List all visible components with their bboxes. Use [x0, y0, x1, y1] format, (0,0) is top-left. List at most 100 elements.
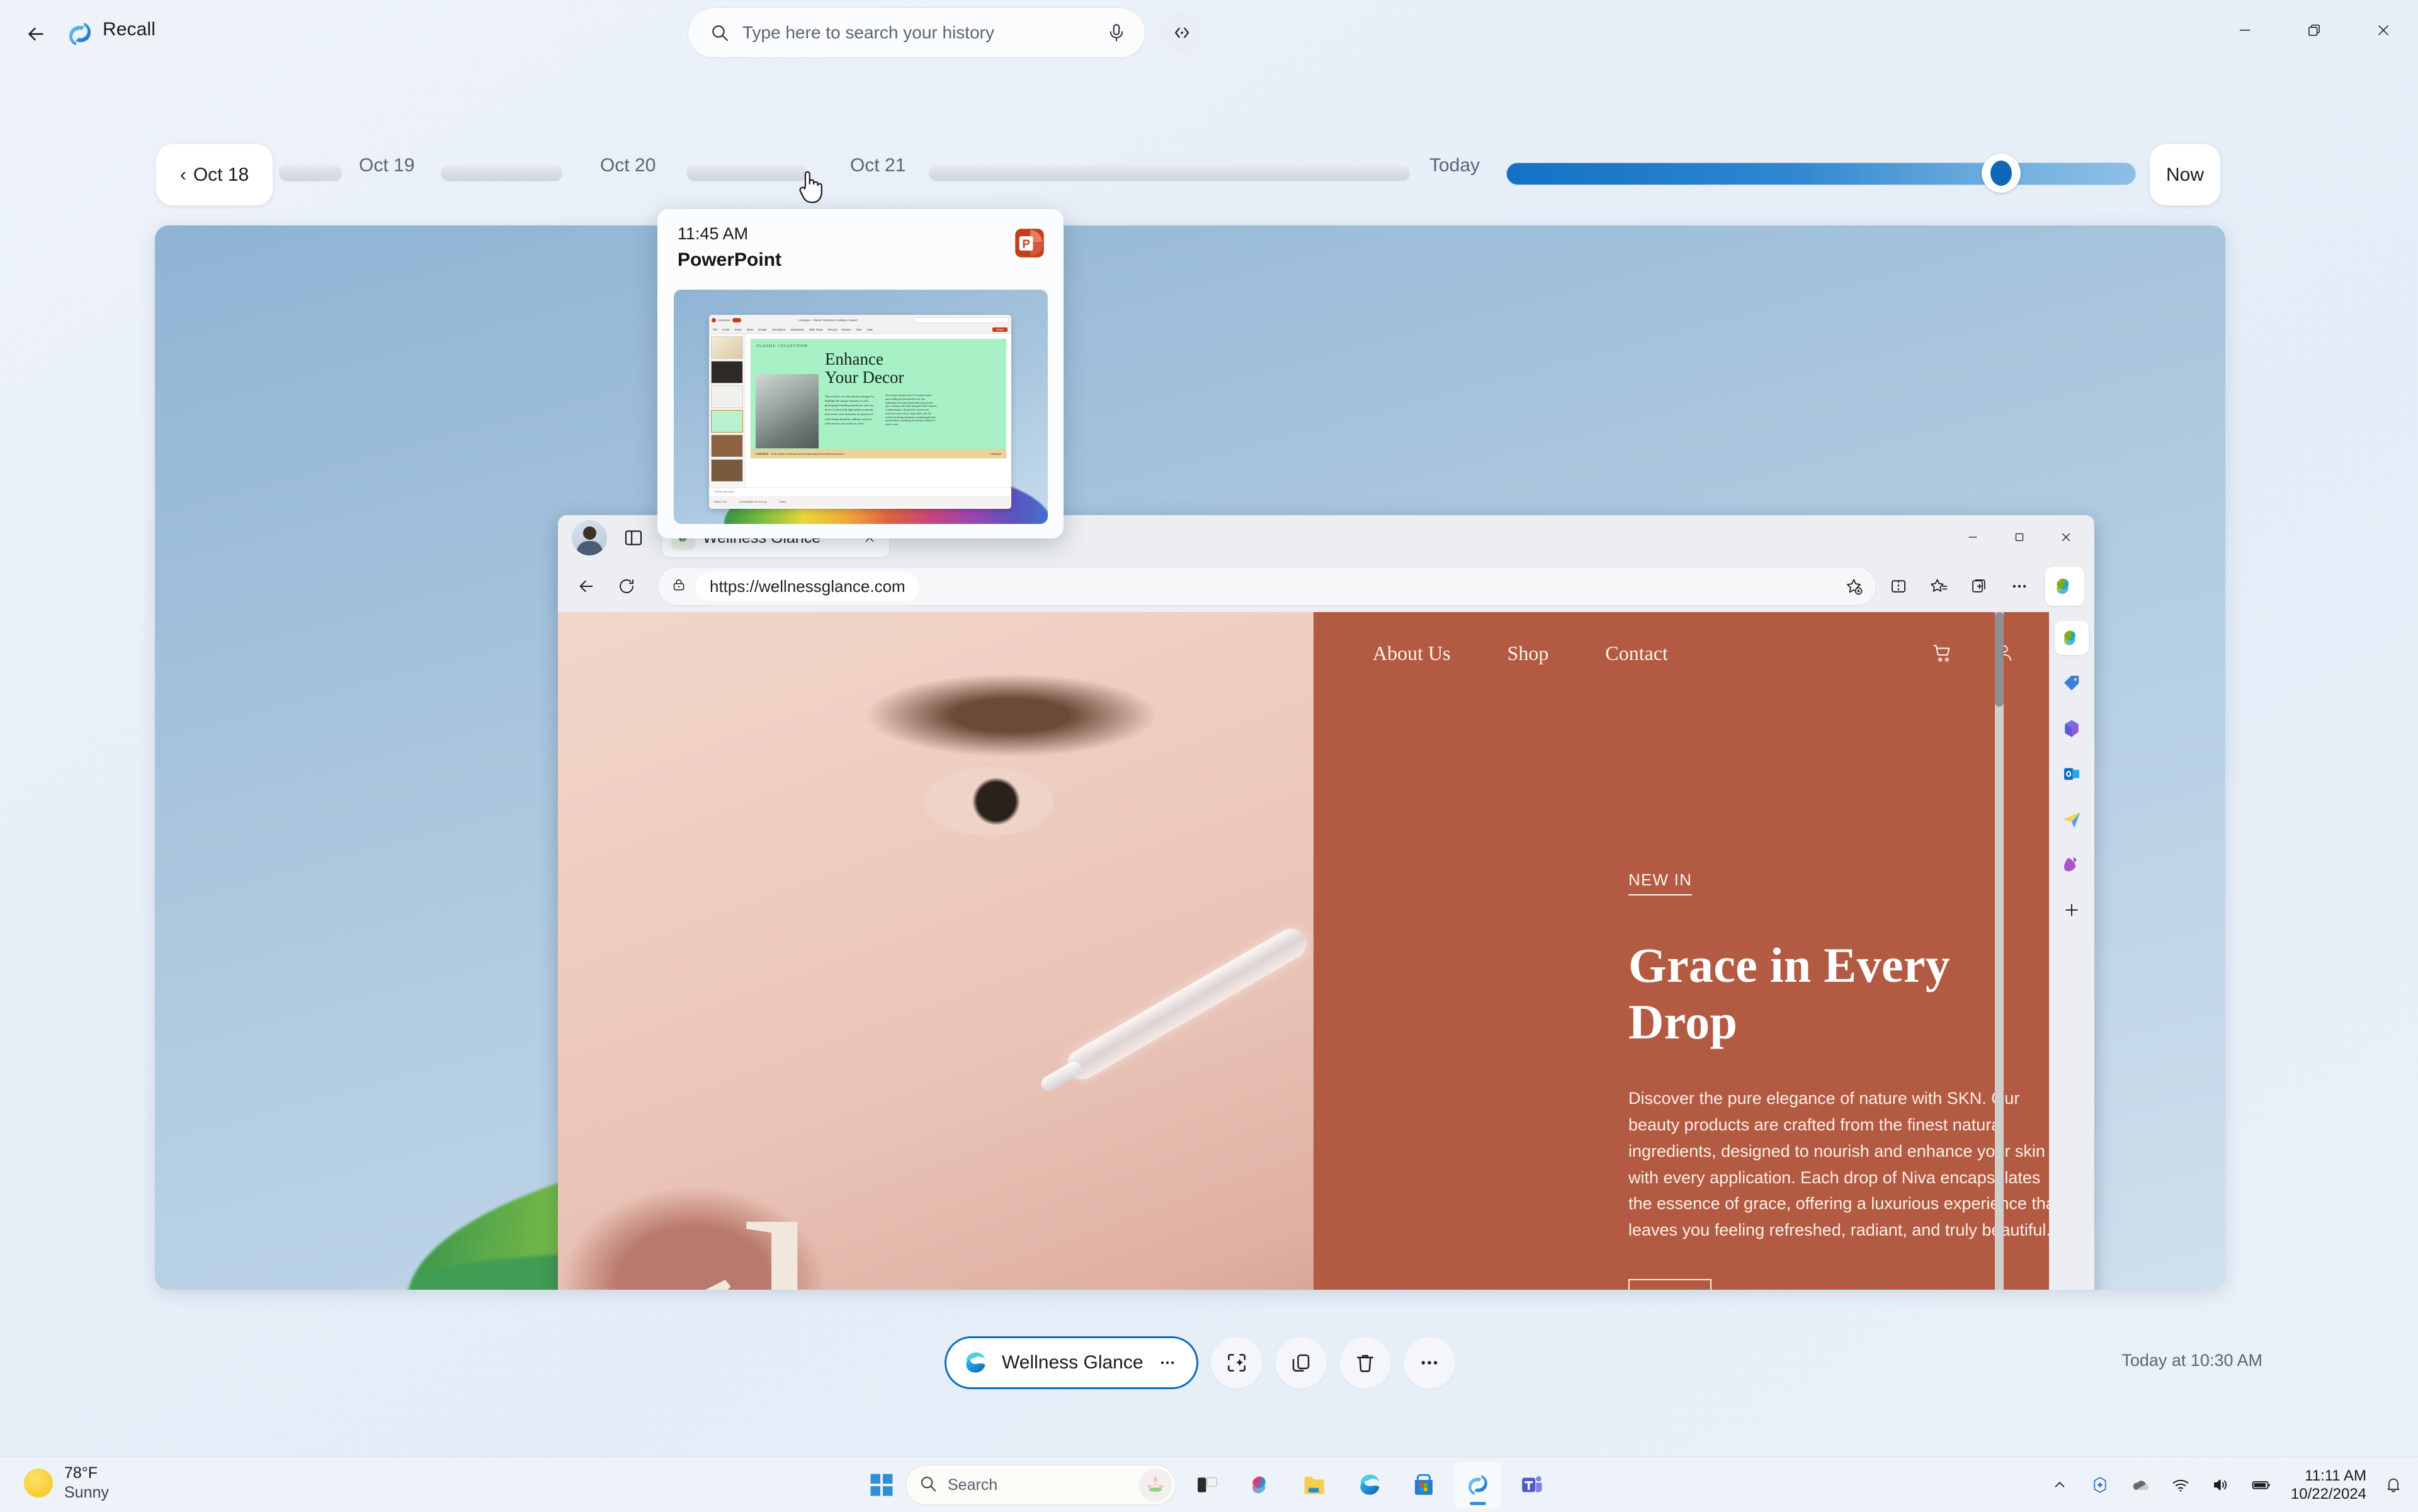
back-button[interactable]	[14, 13, 58, 55]
copilot-tray-icon[interactable]	[2087, 1472, 2113, 1498]
minimize-button[interactable]	[2210, 0, 2279, 60]
ppt-status-bar: Slide 4 of 6 Accessibility: Good to go N…	[709, 496, 1011, 506]
timeline-segment[interactable]	[686, 165, 808, 181]
windows-start-icon[interactable]	[865, 1469, 898, 1501]
back-button[interactable]	[568, 568, 604, 605]
onedrive-icon[interactable]	[2127, 1472, 2154, 1498]
favorites-icon[interactable]	[1921, 568, 1957, 605]
taskbar-clock[interactable]: 11:11 AM 10/22/2024	[2291, 1467, 2366, 1504]
copy-button[interactable]	[1274, 1337, 1327, 1389]
more-options-icon[interactable]	[1155, 1350, 1180, 1375]
close-button[interactable]	[2043, 516, 2089, 558]
shopping-cart-icon[interactable]	[1926, 636, 1960, 670]
ppt-tab-animations[interactable]: Animations	[790, 328, 804, 331]
page-scrollbar[interactable]	[1995, 612, 2004, 1290]
ppt-tab-help[interactable]: Help	[867, 328, 873, 331]
refresh-button[interactable]	[608, 568, 645, 605]
shopping-tag-icon[interactable]	[2055, 666, 2089, 700]
bell-icon[interactable]	[2380, 1472, 2407, 1498]
ppt-notes-pane[interactable]: Click to add notes	[709, 487, 1011, 496]
ppt-tab-slideshow[interactable]: Slide Show	[809, 328, 823, 331]
timeline-slider-track[interactable]	[1506, 162, 2136, 185]
ppt-tab-insert[interactable]: Insert	[735, 328, 742, 331]
collections-icon[interactable]	[1961, 568, 1997, 605]
user-account-icon[interactable]	[1987, 636, 2021, 670]
taskbar-search-input[interactable]: Search	[905, 1465, 1176, 1505]
more-button[interactable]	[1403, 1337, 1455, 1389]
ppt-slide-thumb[interactable]	[711, 361, 743, 384]
timeline-current-date[interactable]: ‹ Oct 18	[156, 144, 273, 205]
svg-text:P: P	[1022, 237, 1030, 251]
ppt-slide-thumb[interactable]	[711, 410, 743, 433]
microsoft-store-icon[interactable]	[1400, 1462, 1447, 1508]
address-bar-url: https://wellnessglance.com	[696, 572, 919, 601]
ppt-tab-transitions[interactable]: Transitions	[772, 328, 785, 331]
ppt-tab-draw[interactable]: Draw	[747, 328, 753, 331]
recall-snapshot[interactable]: Wellness Glance	[155, 225, 2225, 1290]
restore-button[interactable]	[2279, 0, 2349, 60]
ppt-tab-review[interactable]: Review	[842, 328, 851, 331]
settings-more-icon[interactable]	[2001, 568, 2038, 605]
address-bar[interactable]: https://wellnessglance.com	[657, 567, 1876, 606]
site-body-text: Discover the pure elegance of nature wit…	[1628, 1089, 2049, 1240]
taskbar-weather-widget[interactable]: 78°F Sunny	[24, 1464, 109, 1503]
show-hidden-icons-chevron[interactable]	[2046, 1472, 2073, 1498]
timeline-segment[interactable]	[279, 165, 342, 181]
taskview-icon[interactable]	[1184, 1462, 1230, 1508]
profile-avatar[interactable]	[572, 520, 607, 555]
send-feedback-icon[interactable]	[2055, 802, 2089, 836]
split-screen-icon[interactable]	[616, 520, 651, 555]
nav-link-shop[interactable]: Shop	[1507, 642, 1549, 665]
ppt-slide-thumb[interactable]	[711, 435, 743, 457]
app-titlebar: Recall Type here to search your history	[0, 0, 2418, 68]
ppt-slide-rail[interactable]	[709, 334, 746, 487]
battery-icon[interactable]	[2248, 1472, 2274, 1498]
volume-icon[interactable]	[2208, 1472, 2234, 1498]
ppt-tab-design[interactable]: Design	[758, 328, 767, 331]
visual-search-button[interactable]	[1210, 1337, 1263, 1389]
search-input[interactable]: Type here to search your history	[688, 8, 1145, 58]
close-button[interactable]	[2349, 0, 2418, 60]
ppt-tab-home[interactable]: Home	[722, 328, 730, 331]
games-icon[interactable]	[2055, 848, 2089, 882]
split-screen-icon[interactable]	[1880, 568, 1917, 605]
add-sidebar-icon[interactable]	[2055, 893, 2089, 927]
microsoft-365-icon[interactable]	[2055, 712, 2089, 746]
wifi-icon[interactable]	[2167, 1472, 2194, 1498]
ppt-tab-record[interactable]: Record	[828, 328, 837, 331]
maximize-button[interactable]	[1996, 516, 2043, 558]
recall-icon[interactable]	[1455, 1462, 1501, 1508]
snapshot-app-label: Wellness Glance	[1002, 1352, 1144, 1373]
timeline-segment[interactable]	[929, 165, 1410, 181]
copilot-icon[interactable]	[2055, 621, 2089, 655]
timeline-now-button[interactable]: Now	[2150, 144, 2220, 205]
file-explorer-icon[interactable]	[1292, 1462, 1339, 1508]
ppt-share-button[interactable]: Share	[992, 327, 1007, 332]
ppt-tab-view[interactable]: View	[856, 328, 861, 331]
ppt-search-box[interactable]	[914, 317, 1009, 323]
site-shop-button[interactable]: SHOP	[1628, 1279, 1712, 1290]
add-favorite-icon[interactable]	[1836, 568, 1872, 605]
ppt-status-notes[interactable]: Notes	[780, 500, 786, 503]
ppt-slide-thumb[interactable]	[711, 385, 743, 408]
ppt-slide-thumb[interactable]	[711, 336, 743, 359]
nav-link-contact[interactable]: Contact	[1605, 642, 1668, 665]
slide-footer: LONGSIVE is an eclectic contemporary thr…	[751, 449, 1006, 458]
teams-icon[interactable]	[1509, 1462, 1555, 1508]
more-options-button[interactable]	[1162, 13, 1202, 53]
nav-link-about-us[interactable]: About Us	[1373, 642, 1451, 665]
timeline-slider-thumb[interactable]	[1982, 154, 2021, 193]
ppt-tab-file[interactable]: File	[713, 328, 717, 331]
snapshot-app-chip[interactable]: Wellness Glance	[945, 1336, 1198, 1389]
delete-button[interactable]	[1339, 1337, 1391, 1389]
outlook-icon[interactable]	[2055, 757, 2089, 791]
timeline-segment[interactable]	[441, 165, 562, 181]
copilot-icon[interactable]	[1238, 1462, 1285, 1508]
microphone-icon[interactable]	[1102, 18, 1131, 47]
ppt-slide-thumb[interactable]	[711, 459, 743, 482]
edge-icon[interactable]	[1346, 1462, 1393, 1508]
timeline-preview-popup[interactable]: 11:45 AM PowerPoint P AutoSave Lovegive …	[657, 209, 1064, 538]
lotus-icon[interactable]	[1139, 1469, 1172, 1501]
copilot-icon[interactable]	[2045, 567, 2084, 606]
minimize-button[interactable]	[1950, 516, 1996, 558]
